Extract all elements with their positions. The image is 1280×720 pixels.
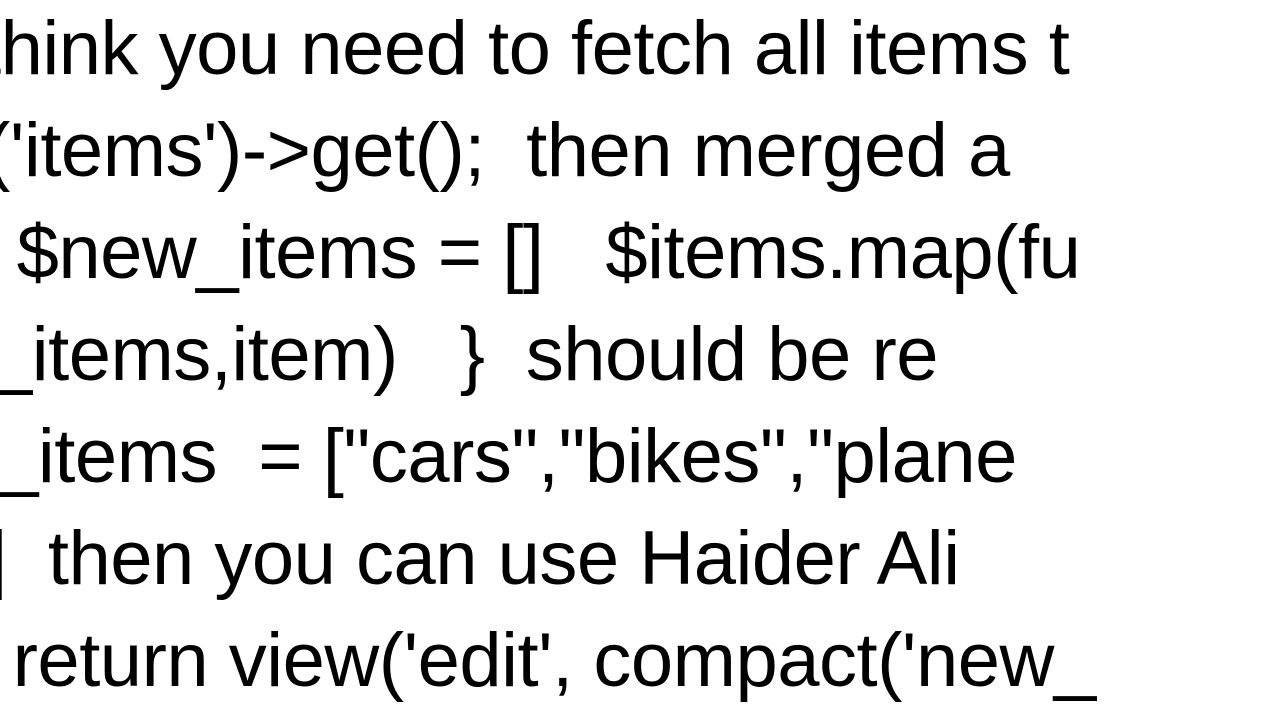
text-line-7: return view('edit', compact('new_ — [0, 610, 1096, 712]
text-line-2: ct('items')->get(); then merged a — [0, 100, 1010, 202]
text-fragment: think you need to fetch all items t ct('… — [0, 0, 1280, 720]
text-line-1: think you need to fetch all items t — [0, 0, 1069, 100]
text-line-3: $new_items = [] $items.map(fu — [0, 202, 1080, 304]
text-line-5: ew_items = ["cars","bikes","plane — [0, 406, 1017, 508]
text-line-6: s"] then you can use Haider Ali — [0, 508, 980, 610]
text-line-4: new_items,item) } should be re — [0, 304, 938, 406]
